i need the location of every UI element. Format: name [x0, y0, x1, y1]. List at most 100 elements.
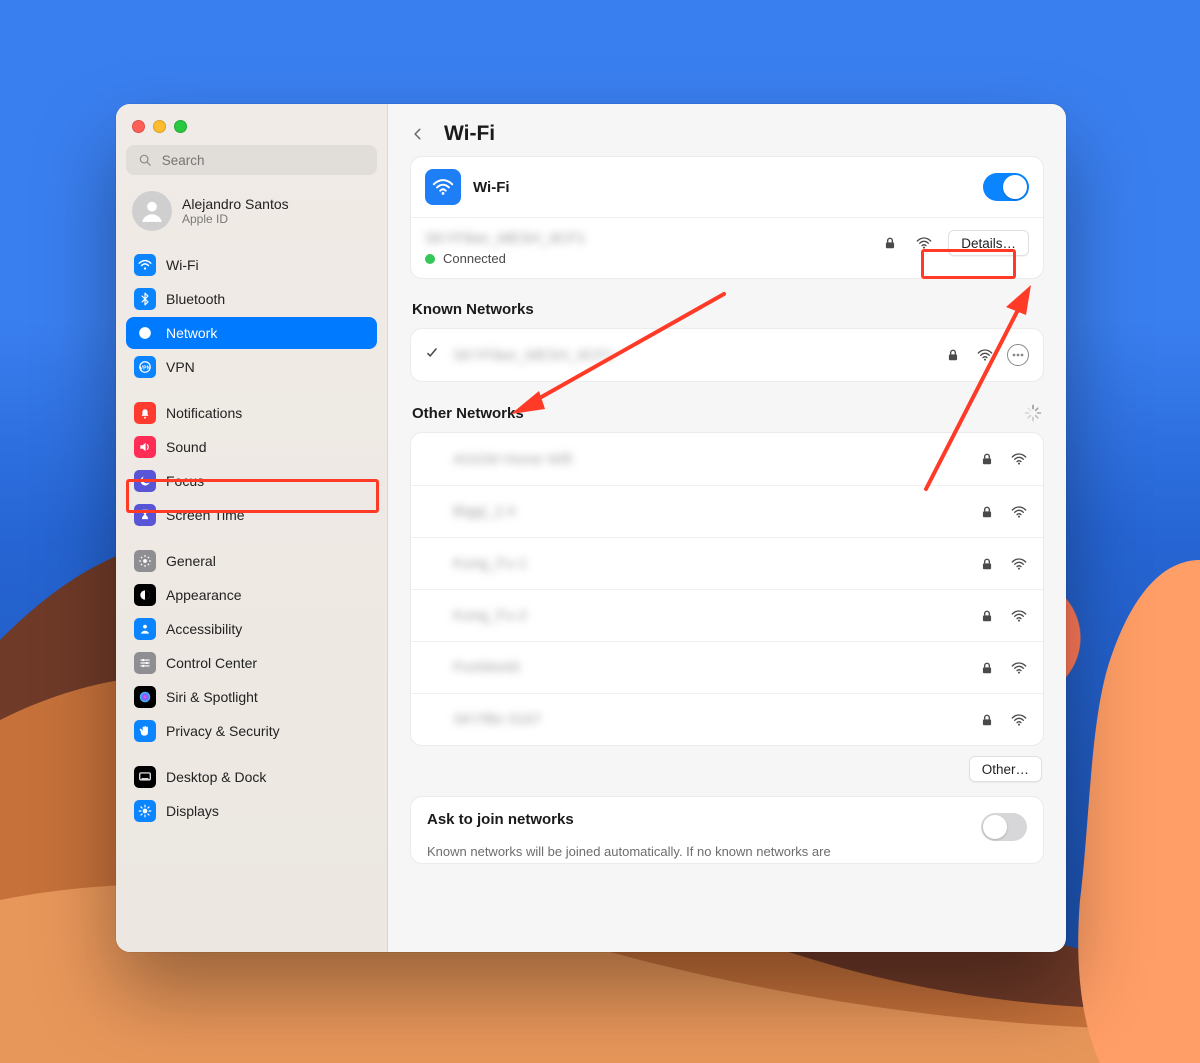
sliders-icon [134, 652, 156, 674]
bell-icon [134, 402, 156, 424]
sidebar-item-label: Focus [166, 473, 204, 489]
current-ssid: SKYFiber_MESH_9CF1 [425, 230, 868, 247]
sidebar-item-label: VPN [166, 359, 195, 375]
lock-icon [977, 658, 997, 678]
sidebar-item-privacy[interactable]: Privacy & Security [126, 715, 377, 747]
sidebar-item-wifi[interactable]: Wi-Fi [126, 249, 377, 281]
settings-window: Alejandro Santos Apple ID Wi-Fi Bluetooth… [116, 104, 1066, 952]
spinner-icon [1024, 404, 1042, 422]
wifi-signal-icon [975, 345, 995, 365]
sidebar-item-label: Siri & Spotlight [166, 689, 258, 705]
lock-icon [977, 502, 997, 522]
content-pane: Wi-Fi Wi-Fi SKYFiber_MESH_9C [388, 104, 1066, 952]
hourglass-icon [134, 504, 156, 526]
sidebar-item-label: Privacy & Security [166, 723, 280, 739]
sidebar-item-label: Appearance [166, 587, 242, 603]
lock-icon [977, 449, 997, 469]
details-button[interactable]: Details… [948, 230, 1029, 256]
known-networks-list: SKYFiber_MESH_9CF1 [410, 328, 1044, 382]
ask-to-join-title: Ask to join networks [427, 811, 574, 828]
network-ssid: AGGM Home Wifi [453, 451, 572, 468]
speaker-icon [134, 436, 156, 458]
sidebar-item-label: Control Center [166, 655, 257, 671]
network-ssid: Kung_Fu-1 [453, 555, 527, 572]
other-networks-title: Other Networks [412, 405, 524, 422]
checkmark-icon [425, 346, 441, 365]
sidebar-item-label: Bluetooth [166, 291, 225, 307]
ask-to-join-card: Ask to join networks Known networks will… [410, 796, 1044, 864]
lock-icon [943, 345, 963, 365]
dock-icon [134, 766, 156, 788]
sidebar: Alejandro Santos Apple ID Wi-Fi Bluetooth… [116, 104, 388, 952]
avatar [132, 191, 172, 231]
sidebar-item-bluetooth[interactable]: Bluetooth [126, 283, 377, 315]
sidebar-item-screentime[interactable]: Screen Time [126, 499, 377, 531]
other-network-row[interactable]: Kung_Fu-1 [411, 537, 1043, 589]
sidebar-item-accessibility[interactable]: Accessibility [126, 613, 377, 645]
svg-text:VPN: VPN [140, 365, 151, 371]
sidebar-item-vpn[interactable]: VPN VPN [126, 351, 377, 383]
sidebar-item-sound[interactable]: Sound [126, 431, 377, 463]
wifi-signal-icon [1009, 710, 1029, 730]
wifi-icon [134, 254, 156, 276]
sidebar-item-notifications[interactable]: Notifications [126, 397, 377, 429]
back-button[interactable] [406, 122, 430, 146]
sidebar-item-label: Desktop & Dock [166, 769, 266, 785]
hand-icon [134, 720, 156, 742]
account-name: Alejandro Santos [182, 196, 289, 212]
sidebar-item-label: Accessibility [166, 621, 242, 637]
lock-icon [977, 606, 997, 626]
lock-icon [977, 554, 997, 574]
page-title: Wi-Fi [444, 122, 495, 146]
sidebar-item-appearance[interactable]: Appearance [126, 579, 377, 611]
other-network-row[interactable]: PortWorld [411, 641, 1043, 693]
sidebar-item-controlcenter[interactable]: Control Center [126, 647, 377, 679]
sidebar-item-label: Sound [166, 439, 206, 455]
other-network-button[interactable]: Other… [969, 756, 1042, 782]
sidebar-item-siri[interactable]: Siri & Spotlight [126, 681, 377, 713]
other-network-row[interactable]: Biggi_2.4 [411, 485, 1043, 537]
sidebar-item-label: Network [166, 325, 217, 341]
appearance-icon [134, 584, 156, 606]
desktop-wallpaper: Alejandro Santos Apple ID Wi-Fi Bluetooth… [0, 0, 1200, 1063]
other-network-row[interactable]: AGGM Home Wifi [411, 433, 1043, 485]
status-dot-icon [425, 254, 435, 264]
sidebar-item-general[interactable]: General [126, 545, 377, 577]
more-options-button[interactable] [1007, 344, 1029, 366]
sidebar-item-network[interactable]: Network [126, 317, 377, 349]
lock-icon [880, 233, 900, 253]
search-input[interactable] [162, 153, 367, 168]
sidebar-item-focus[interactable]: Focus [126, 465, 377, 497]
known-network-row[interactable]: SKYFiber_MESH_9CF1 [411, 329, 1043, 381]
wifi-signal-icon [1009, 554, 1029, 574]
moon-icon [134, 470, 156, 492]
other-network-row[interactable]: Kung_Fu-2 [411, 589, 1043, 641]
sidebar-item-label: Displays [166, 803, 219, 819]
wifi-signal-icon [1009, 449, 1029, 469]
wifi-signal-icon [1009, 502, 1029, 522]
content-header: Wi-Fi [388, 104, 1066, 156]
sidebar-item-displays[interactable]: Displays [126, 795, 377, 827]
globe-icon [134, 322, 156, 344]
person-icon [134, 618, 156, 640]
lock-icon [977, 710, 997, 730]
search-field[interactable] [126, 145, 377, 175]
sidebar-item-label: Wi-Fi [166, 257, 199, 273]
window-controls [126, 118, 377, 135]
wifi-label: Wi-Fi [473, 179, 510, 196]
other-network-row[interactable]: SKYfibr 0167 [411, 693, 1043, 745]
wifi-signal-icon [914, 233, 934, 253]
fullscreen-window-button[interactable] [174, 120, 187, 133]
account-row[interactable]: Alejandro Santos Apple ID [126, 185, 377, 239]
minimize-window-button[interactable] [153, 120, 166, 133]
gear-icon [134, 550, 156, 572]
sidebar-item-desktopdock[interactable]: Desktop & Dock [126, 761, 377, 793]
sidebar-item-label: General [166, 553, 216, 569]
wifi-card: Wi-Fi SKYFiber_MESH_9CF1 Connected [410, 156, 1044, 279]
sidebar-item-label: Screen Time [166, 507, 245, 523]
vpn-icon: VPN [134, 356, 156, 378]
ask-to-join-toggle[interactable] [981, 813, 1027, 841]
close-window-button[interactable] [132, 120, 145, 133]
wifi-toggle[interactable] [983, 173, 1029, 201]
sun-icon [134, 800, 156, 822]
